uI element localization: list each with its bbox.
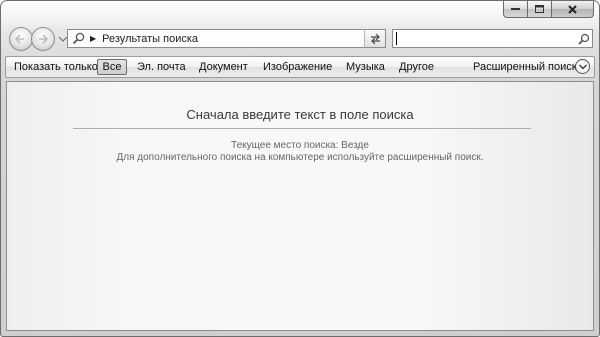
back-arrow-icon (14, 34, 24, 44)
breadcrumb-arrow-icon[interactable]: ▶ (90, 34, 96, 43)
filter-label: Показать только: (14, 61, 101, 73)
filter-music-button[interactable]: Музыка (346, 61, 385, 73)
address-path[interactable]: Результаты поиска (102, 33, 370, 45)
address-bar[interactable]: ▶ Результаты поиска (67, 29, 385, 48)
close-button[interactable] (552, 1, 594, 18)
advanced-search-button[interactable]: Расширенный поиск (473, 61, 577, 73)
navigation-buttons (9, 27, 71, 51)
search-button[interactable] (576, 33, 592, 45)
filter-email-button[interactable]: Эл. почта (137, 61, 186, 73)
divider (73, 128, 531, 129)
forward-arrow-icon (39, 34, 49, 44)
filter-image-button[interactable]: Изображение (263, 61, 332, 73)
chevron-down-icon[interactable] (59, 36, 67, 42)
chevron-down-circle-icon[interactable] (575, 59, 590, 74)
refresh-button[interactable] (364, 29, 386, 48)
results-pane: Сначала введите текст в поле поиска Теку… (6, 81, 594, 331)
maximize-button[interactable] (528, 1, 552, 18)
search-input[interactable] (397, 31, 576, 46)
back-button[interactable] (9, 27, 33, 51)
caption-buttons (503, 1, 594, 18)
forward-button[interactable] (31, 27, 55, 51)
maximize-icon (535, 5, 544, 13)
filter-toolbar: Показать только: Все Эл. почта Документ … (5, 56, 595, 78)
search-location-text: Текущее место поиска: Везде (231, 140, 369, 151)
close-icon (568, 4, 577, 14)
search-icon (578, 33, 590, 45)
advanced-search-hint: Для дополнительного поиска на компьютере… (116, 152, 484, 163)
search-box[interactable] (392, 29, 593, 48)
search-icon (70, 31, 86, 47)
minimize-icon (511, 8, 520, 10)
explorer-window: ▶ Результаты поиска Показать только: Все… (0, 0, 600, 337)
filter-document-button[interactable]: Документ (199, 61, 248, 73)
filter-other-button[interactable]: Другое (399, 61, 434, 73)
minimize-button[interactable] (503, 1, 528, 18)
empty-state-heading: Сначала введите текст в поле поиска (186, 107, 414, 122)
refresh-icon (370, 33, 380, 44)
filter-all-button[interactable]: Все (97, 59, 127, 75)
